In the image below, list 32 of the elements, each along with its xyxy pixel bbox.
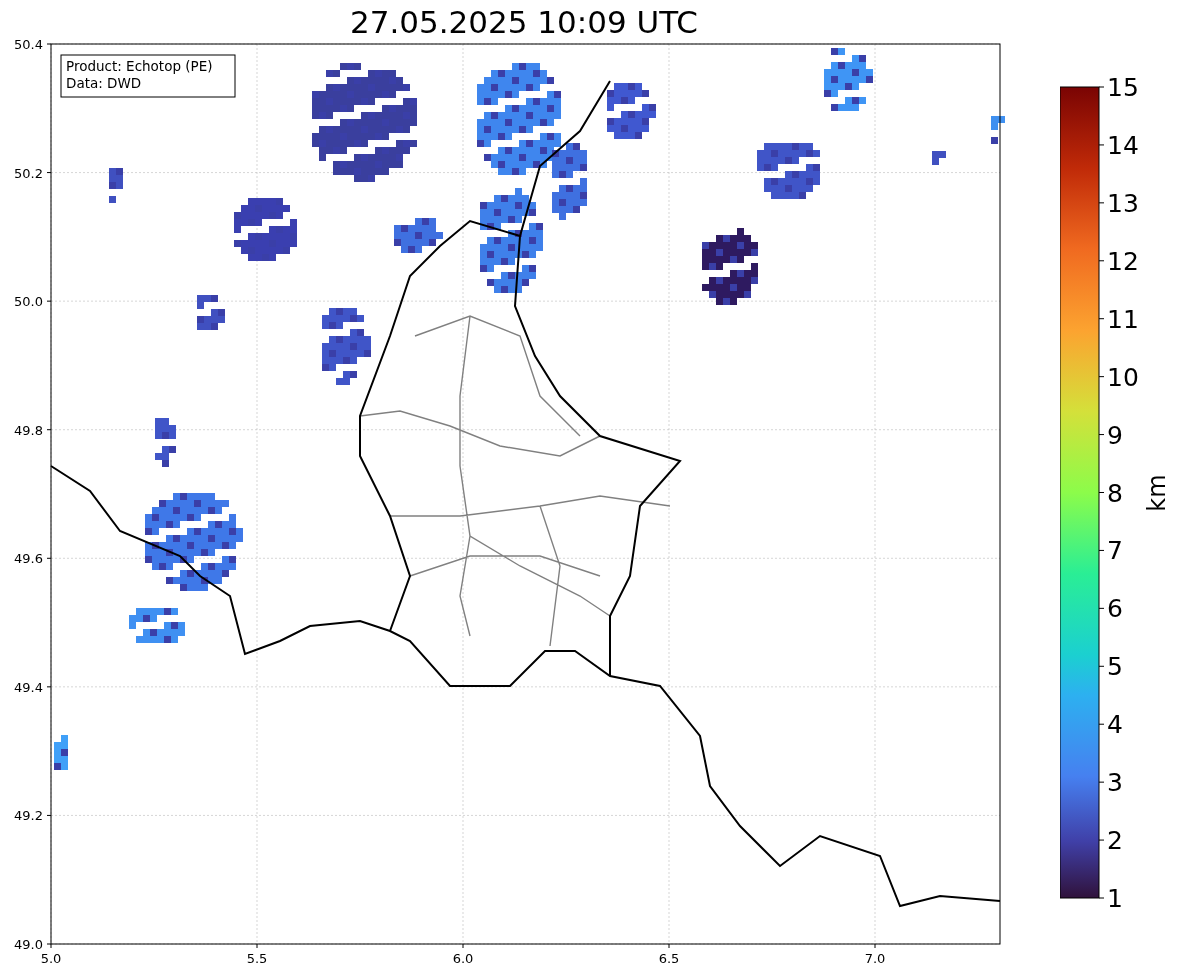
chart-title: 27.05.2025 10:09 UTC	[349, 3, 699, 36]
colorbar-tick-label: 13	[1107, 188, 1139, 218]
y-tick-label: 49.8	[14, 422, 43, 438]
y-tick-label: 49.4	[14, 679, 43, 695]
colorbar-tick-label: 9	[1107, 420, 1123, 450]
y-tick-label: 50.0	[14, 294, 43, 310]
y-tick-label: 49.0	[14, 937, 43, 952]
x-tick-label: 6.5	[658, 951, 680, 966]
colorbar-tick-label: 10	[1107, 362, 1139, 392]
x-tick-label: 5.0	[40, 951, 62, 966]
colorbar-tick-label: 11	[1107, 304, 1139, 334]
colorbar-tick-label: 7	[1107, 536, 1123, 566]
y-tick-label: 49.6	[14, 551, 43, 567]
colorbar-tick-label: 5	[1107, 652, 1123, 682]
x-tick-label: 5.5	[246, 951, 268, 966]
info-text: Product: Echotop (PE)	[66, 58, 213, 74]
y-tick-label: 50.2	[14, 165, 43, 181]
colorbar-tick-label: 3	[1107, 768, 1123, 798]
y-tick-label: 50.4	[14, 37, 43, 52]
colorbar-tick-label: 14	[1107, 130, 1139, 160]
colorbar-tick-label: 1	[1107, 884, 1123, 913]
colorbar-tick-label: 8	[1107, 478, 1123, 508]
info-text: Data: DWD	[66, 75, 142, 91]
x-tick-label: 7.0	[864, 951, 886, 966]
colorbar-label: km	[1143, 474, 1171, 512]
y-tick-label: 49.2	[14, 808, 43, 824]
colorbar-tick-label: 15	[1107, 73, 1139, 102]
colorbar-tick-label: 4	[1107, 710, 1123, 740]
x-tick-label: 6.0	[452, 951, 474, 966]
colorbar-tick-label: 6	[1107, 594, 1123, 624]
colorbar-tick-label: 12	[1107, 246, 1139, 276]
colorbar-tick-label: 2	[1107, 826, 1123, 856]
